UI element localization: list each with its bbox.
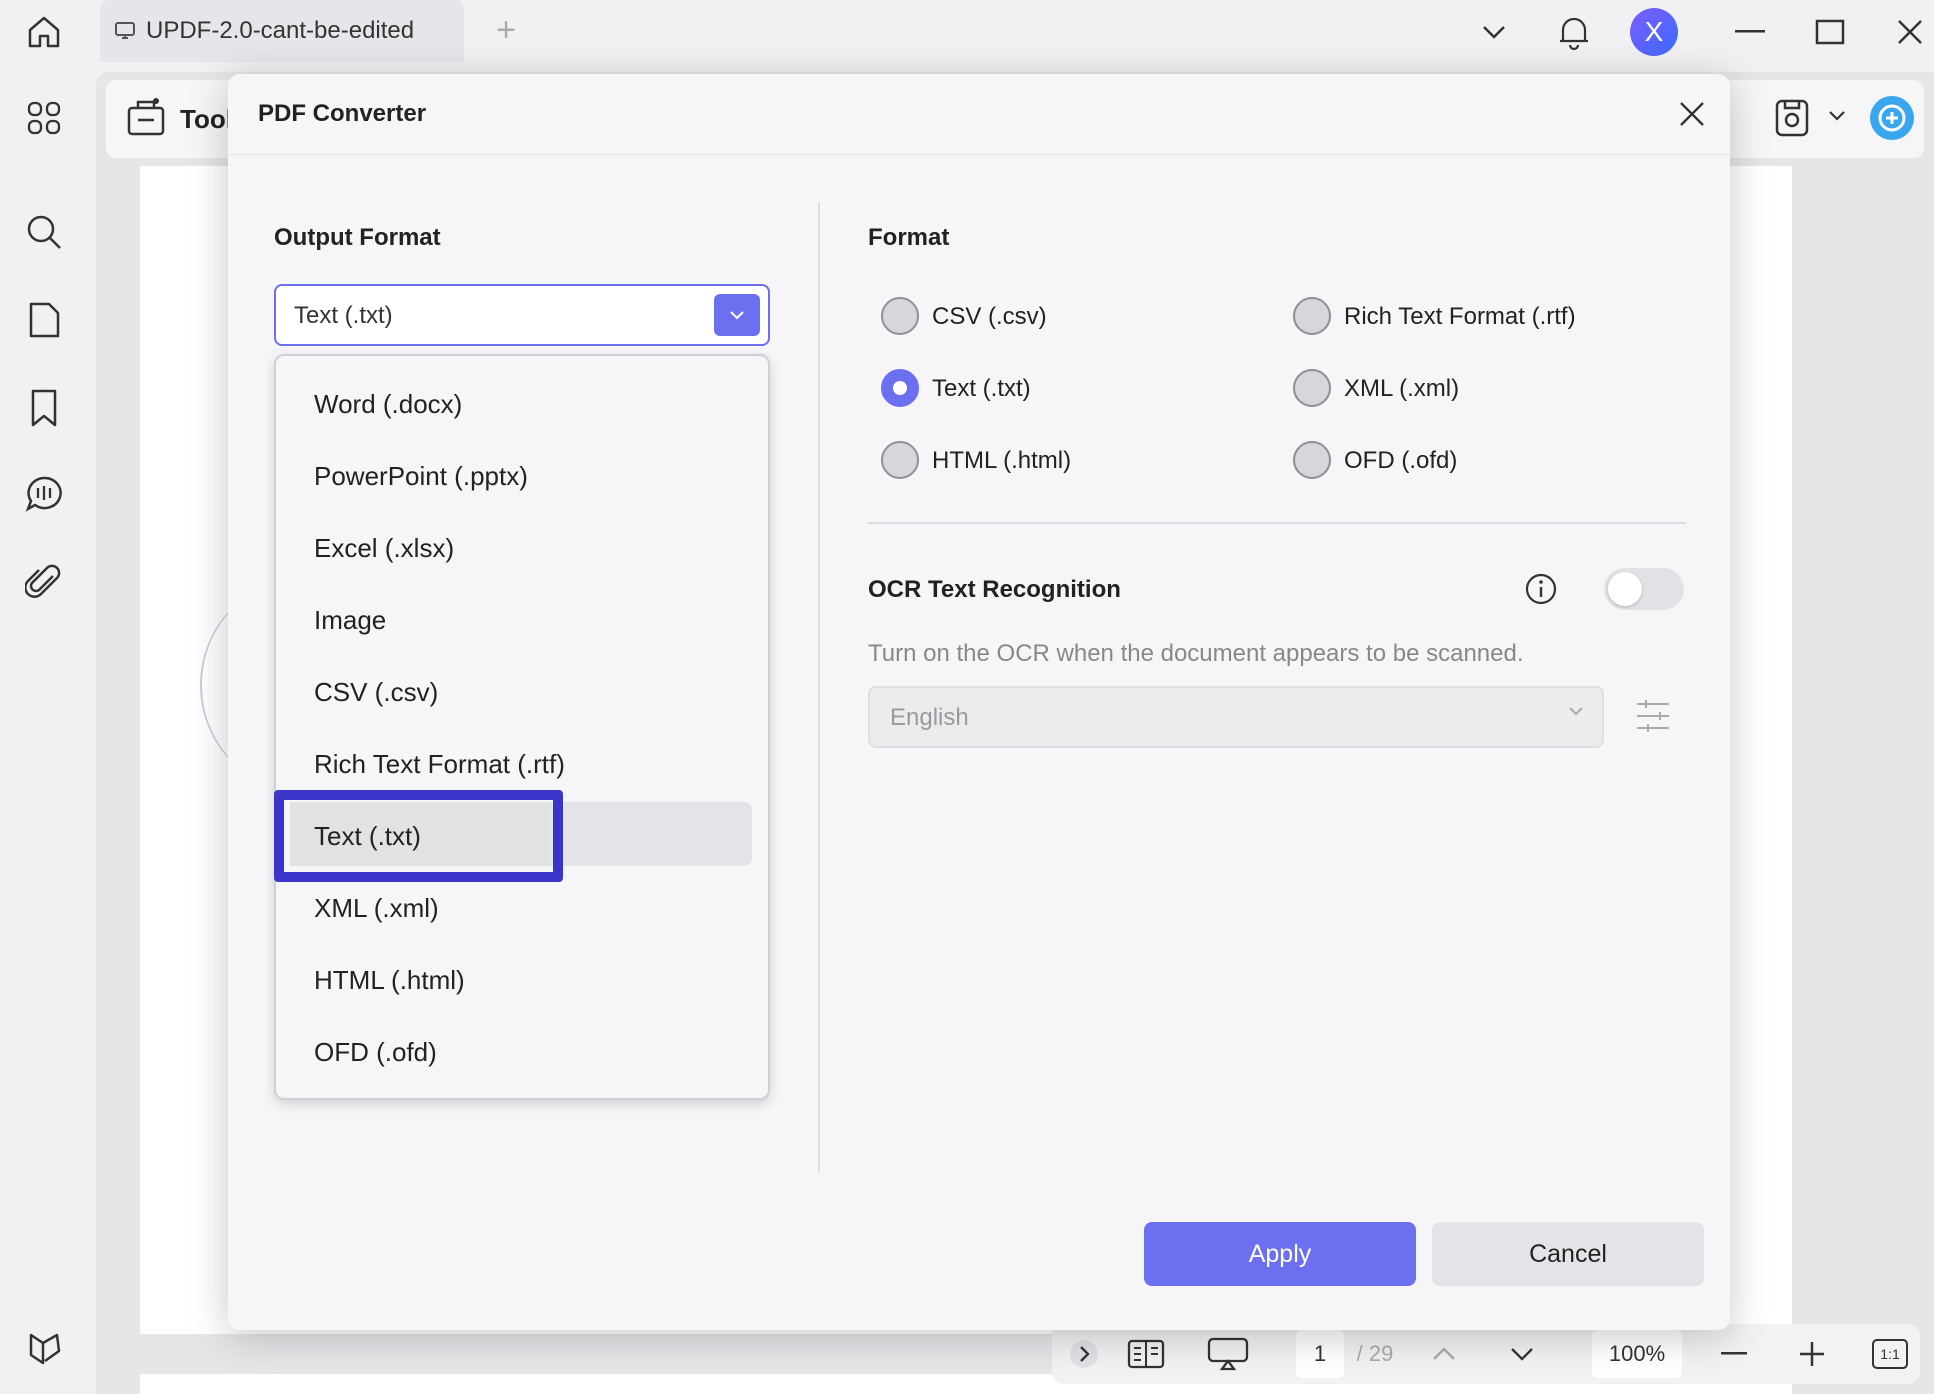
home-icon[interactable] [20,10,68,54]
ocr-language-select[interactable]: English [868,686,1604,748]
dropdown-item[interactable]: XML (.xml) [314,883,734,933]
format-title: Format [868,224,950,251]
ocr-toggle[interactable] [1604,568,1684,610]
output-format-select[interactable]: Text (.txt) [274,284,770,346]
radio-html[interactable] [881,441,919,479]
chevron-down-icon[interactable] [1472,8,1516,56]
save-menu-chevron-icon[interactable] [1828,110,1846,122]
radio-ofd[interactable] [1293,441,1331,479]
presentation-icon[interactable] [1204,1328,1252,1380]
zoom-in-icon[interactable] [1792,1328,1832,1380]
ocr-title: OCR Text Recognition [868,576,1121,603]
minimize-icon[interactable] [1728,8,1772,56]
chevron-down-icon [1568,706,1584,716]
radio-csv[interactable] [881,297,919,335]
dialog-column-divider [818,202,820,1172]
reading-mode-icon[interactable] [1124,1328,1168,1380]
radio-label-html: HTML (.html) [932,447,1072,474]
actual-size-button[interactable]: 1:1 [1870,1328,1910,1380]
dropdown-item-selected[interactable]: Text (.txt) [314,811,734,861]
tools-icon[interactable] [126,96,166,138]
dropdown-item[interactable]: Excel (.xlsx) [314,523,734,573]
apply-button[interactable]: Apply [1144,1222,1416,1286]
actual-size-label: 1:1 [1872,1339,1908,1369]
ocr-language-value: English [890,704,969,731]
cancel-button[interactable]: Cancel [1432,1222,1704,1286]
attachment-icon[interactable] [18,556,70,608]
close-icon[interactable] [1888,8,1932,56]
avatar[interactable]: X [1630,8,1678,56]
expand-icon[interactable] [1066,1328,1102,1380]
info-icon[interactable] [1524,572,1558,606]
dialog-close-icon[interactable] [1672,94,1712,134]
radio-rtf[interactable] [1293,297,1331,335]
radio-label-ofd: OFD (.ofd) [1344,447,1458,474]
document-tab-title: UPDF-2.0-cant-be-edited [146,17,415,44]
maximize-icon[interactable] [1808,8,1852,56]
dropdown-item[interactable]: OFD (.ofd) [314,1027,734,1077]
radio-txt[interactable] [881,369,919,407]
search-icon[interactable] [18,206,70,258]
radio-xml[interactable] [1293,369,1331,407]
bell-icon[interactable] [1552,8,1596,56]
add-tab-button[interactable]: + [486,12,526,52]
left-sidebar [0,72,92,1394]
save-icon[interactable] [1774,98,1810,138]
previous-page-icon[interactable] [1424,1328,1464,1380]
zoom-out-icon[interactable] [1714,1328,1754,1380]
dropdown-item[interactable]: Image [314,595,734,645]
format-section-divider [868,522,1686,524]
file-tab-icon [114,20,136,42]
page-total: / 29 [1356,1341,1394,1366]
ocr-settings-sliders-icon[interactable] [1634,694,1672,738]
ocr-description: Turn on the OCR when the document appear… [868,640,1524,667]
dropdown-item[interactable]: HTML (.html) [314,955,734,1005]
radio-label-rtf: Rich Text Format (.rtf) [1344,303,1576,330]
ai-assistant-icon[interactable] [1868,94,1916,142]
tools-label[interactable]: Tool [180,104,233,135]
radio-label-xml: XML (.xml) [1344,375,1460,402]
dropdown-item[interactable]: Rich Text Format (.rtf) [314,739,734,789]
title-bar: UPDF-2.0-cant-be-edited + X [0,0,1934,64]
dialog-title: PDF Converter [258,100,427,127]
layers-icon[interactable] [18,1322,70,1374]
chevron-down-icon[interactable] [714,294,760,336]
radio-label-txt: Text (.txt) [932,375,1031,402]
document-tab[interactable]: UPDF-2.0-cant-be-edited [100,0,464,62]
dropdown-item[interactable]: CSV (.csv) [314,667,734,717]
page-number-input[interactable]: 1 [1296,1330,1344,1378]
apps-grid-icon[interactable] [18,92,70,144]
dropdown-item[interactable]: Word (.docx) [314,379,734,429]
next-page-icon[interactable] [1502,1328,1542,1380]
page-icon[interactable] [18,294,70,346]
output-format-value: Text (.txt) [294,302,393,329]
radio-label-csv: CSV (.csv) [932,303,1047,330]
dropdown-item[interactable]: PowerPoint (.pptx) [314,451,734,501]
zoom-level[interactable]: 100% [1592,1330,1682,1378]
bookmark-icon[interactable] [18,382,70,434]
page-navigation-bar [1052,1324,1920,1384]
output-format-title: Output Format [274,224,441,251]
dialog-header-divider [228,154,1730,155]
ocr-toggle-knob [1608,572,1642,606]
comment-icon[interactable] [18,468,70,520]
